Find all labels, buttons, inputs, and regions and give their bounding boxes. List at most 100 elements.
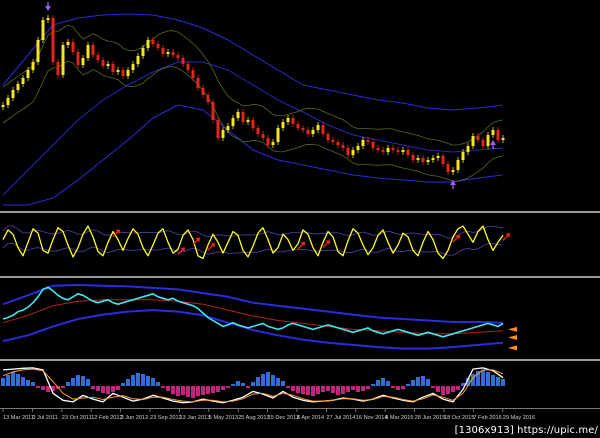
date-tick-label: 3 Jun 2012: [121, 415, 149, 421]
price-candle: [101, 57, 105, 69]
histogram-bar: [231, 384, 235, 386]
candle-body: [326, 134, 330, 140]
pane-separator[interactable]: [0, 276, 600, 278]
price-candle: [1, 102, 5, 110]
price-candle: [231, 115, 235, 129]
price-candle: [386, 145, 390, 155]
price-candle: [381, 147, 385, 155]
candle-body: [136, 56, 140, 64]
up-right-arrow-icon: [297, 241, 305, 250]
price-candle: [316, 122, 320, 133]
candle-body: [291, 118, 295, 124]
histogram-bar: [456, 386, 460, 390]
date-tick-label: 13 Jan 2013: [179, 415, 210, 421]
candle-body: [271, 142, 275, 145]
candle-body: [221, 130, 225, 138]
price-candle: [331, 137, 335, 145]
price-candle: [421, 155, 425, 165]
price-candle: [211, 99, 215, 123]
histogram-bar: [341, 386, 345, 394]
histogram-bar: [426, 379, 430, 386]
candle-body: [316, 125, 320, 130]
candle-body: [86, 45, 90, 58]
histogram-bar: [36, 386, 40, 388]
left-arrow-icon: [508, 326, 517, 332]
histogram-bar: [126, 379, 130, 386]
price-candle: [261, 131, 265, 141]
candle-body: [126, 70, 130, 76]
histogram-bar: [141, 374, 145, 386]
histogram-bar: [436, 386, 440, 392]
histogram-bar: [206, 386, 210, 394]
histogram-bar: [356, 386, 360, 392]
histogram-bar: [21, 377, 25, 386]
histogram-bar: [71, 378, 75, 386]
candle-body: [156, 44, 160, 48]
histogram-bar: [441, 386, 445, 395]
watermark-text: [1306x913] https://upic.me/: [454, 425, 598, 436]
histogram-bar: [76, 375, 80, 386]
candle-body: [111, 64, 115, 72]
histogram-bar: [191, 386, 195, 398]
candle-body: [461, 152, 465, 160]
candle-body: [391, 148, 395, 150]
histogram-bar: [46, 386, 50, 392]
price-candle: [86, 42, 90, 61]
histogram-bar: [501, 379, 505, 386]
price-candle: [201, 85, 205, 98]
price-candle: [136, 53, 140, 67]
candle-body: [436, 156, 440, 158]
price-candle: [91, 42, 95, 58]
price-candle: [196, 75, 200, 91]
histogram-bar: [101, 386, 105, 393]
histogram-bar: [306, 386, 310, 395]
candle-body: [401, 150, 405, 152]
price-candle: [466, 143, 470, 155]
candle-body: [296, 124, 300, 128]
candle-body: [366, 140, 370, 142]
candle-body: [441, 156, 445, 164]
price-candle: [441, 153, 445, 167]
price-candle: [431, 155, 435, 163]
candle-body: [201, 88, 205, 95]
price-candle: [96, 52, 100, 63]
price-candle: [111, 61, 115, 75]
price-candle: [426, 157, 430, 165]
date-tick-label: 13 Mar 2011: [3, 415, 34, 421]
price-candle: [341, 142, 345, 151]
time-axis: 13 Mar 20113 Jul 2011 23 Oct 2011 12 Feb 2…: [2, 409, 535, 421]
candle-body: [1, 105, 5, 107]
pane-separator[interactable]: [0, 211, 600, 213]
time-axis-line: [0, 408, 600, 409]
price-candle: [456, 157, 460, 173]
price-candle: [156, 41, 160, 51]
price-candle: [451, 167, 455, 175]
candle-body: [501, 138, 505, 140]
pane-separator[interactable]: [0, 359, 600, 361]
price-candle: [11, 87, 15, 101]
histogram-bar: [26, 380, 30, 386]
price-candle: [376, 145, 380, 153]
chart-canvas: 13 Mar 20113 Jul 2011 23 Oct 2011 12 Feb 2…: [0, 2, 600, 421]
candle-body: [211, 102, 215, 120]
price-candle: [321, 122, 325, 137]
histogram-bar: [311, 386, 315, 396]
price-candle: [206, 92, 210, 105]
histogram-bar: [291, 386, 295, 391]
candle-body: [416, 158, 420, 160]
down-arrow-icon: [45, 2, 51, 11]
candle-body: [121, 70, 125, 76]
price-candle: [236, 109, 240, 121]
candle-body: [106, 64, 110, 66]
candle-body: [26, 70, 30, 78]
price-candle: [81, 55, 85, 68]
histogram-bar: [116, 386, 120, 390]
histogram-bar: [121, 383, 125, 386]
price-candle: [36, 37, 40, 65]
date-tick-label: 5 May 2013: [209, 415, 238, 421]
histogram-pane: [1, 367, 505, 404]
histogram-bar: [481, 370, 485, 386]
histogram-bar: [396, 386, 400, 390]
histogram-bar: [376, 380, 380, 386]
price-candle: [221, 127, 225, 141]
